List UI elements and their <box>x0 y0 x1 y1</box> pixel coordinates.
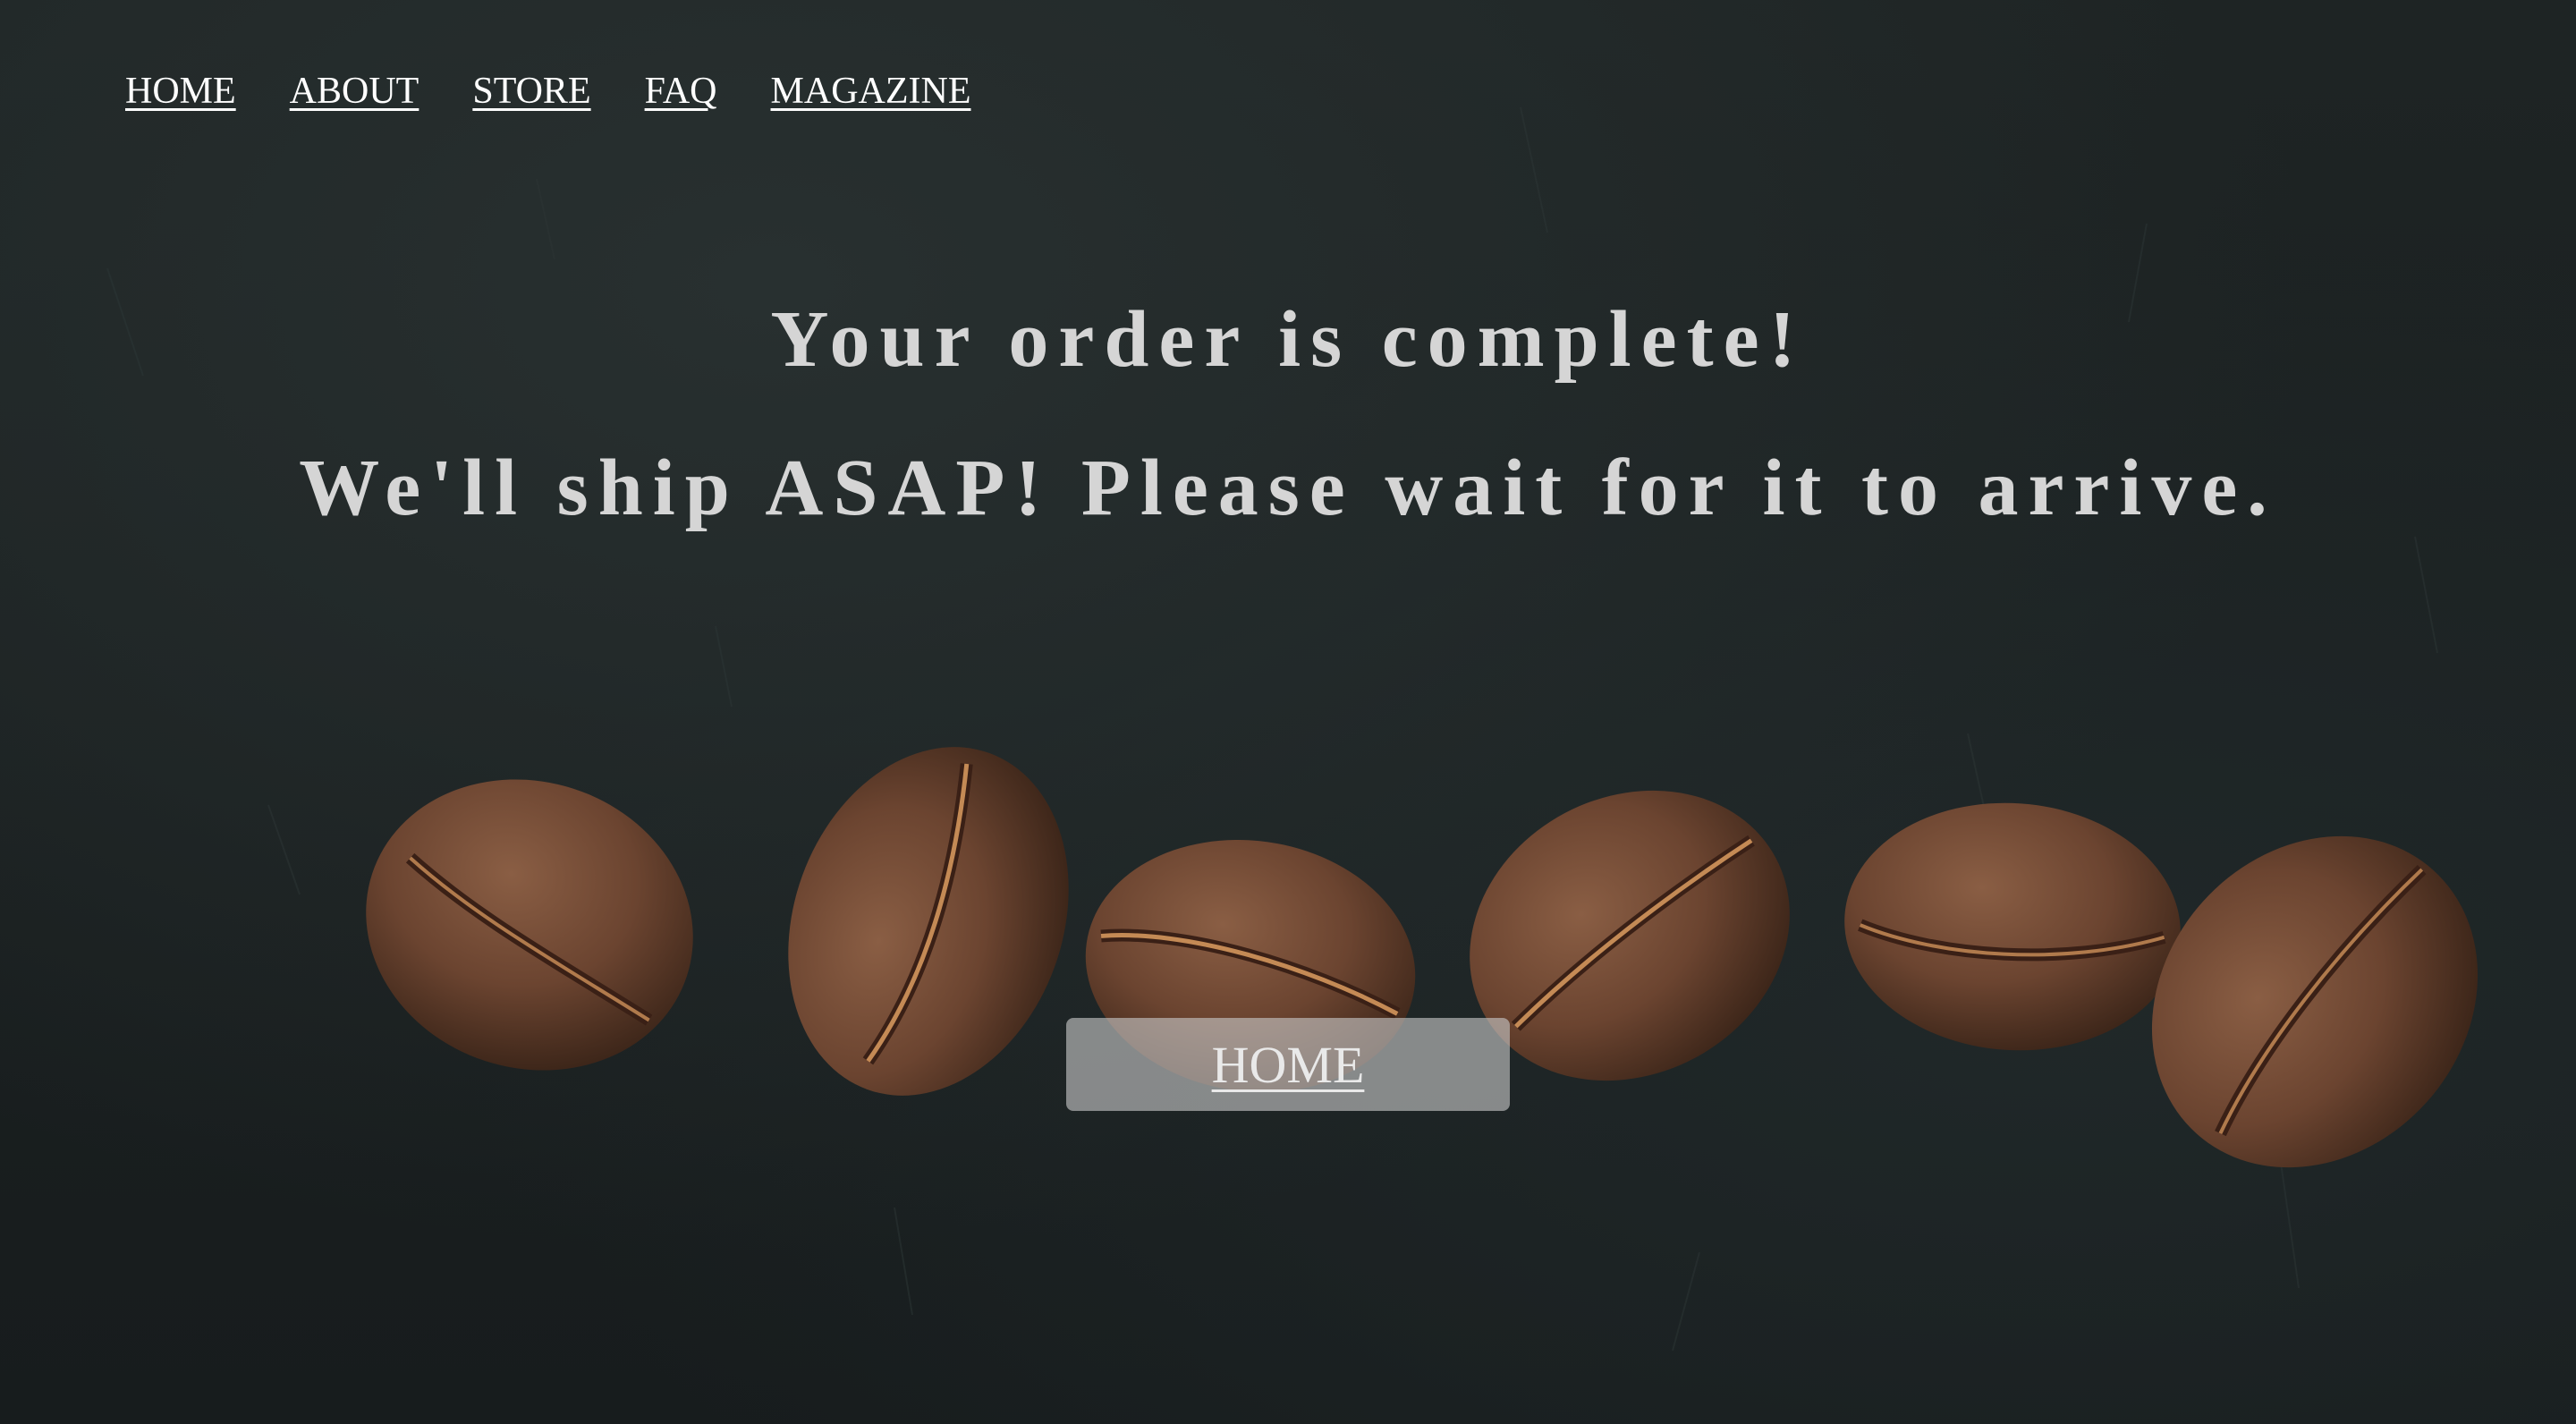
nav-home-link[interactable]: HOME <box>125 70 236 113</box>
coffee-bean <box>788 747 1069 1096</box>
coffee-bean <box>2151 835 2479 1168</box>
shipping-message: We'll ship ASAP! Please wait for it to a… <box>299 444 2277 532</box>
home-button[interactable]: HOME <box>1066 1018 1510 1111</box>
nav-about-link[interactable]: ABOUT <box>290 70 419 113</box>
order-complete-heading: Your order is complete! <box>770 295 1806 384</box>
coffee-beans-image <box>366 747 2479 1168</box>
main-nav: HOME ABOUT STORE FAQ MAGAZINE <box>125 70 970 113</box>
nav-faq-link[interactable]: FAQ <box>645 70 717 113</box>
home-button-label: HOME <box>1211 1035 1365 1094</box>
coffee-bean <box>1844 802 2181 1051</box>
nav-magazine-link[interactable]: MAGAZINE <box>771 70 971 113</box>
coffee-bean <box>366 779 693 1071</box>
nav-store-link[interactable]: STORE <box>472 70 590 113</box>
